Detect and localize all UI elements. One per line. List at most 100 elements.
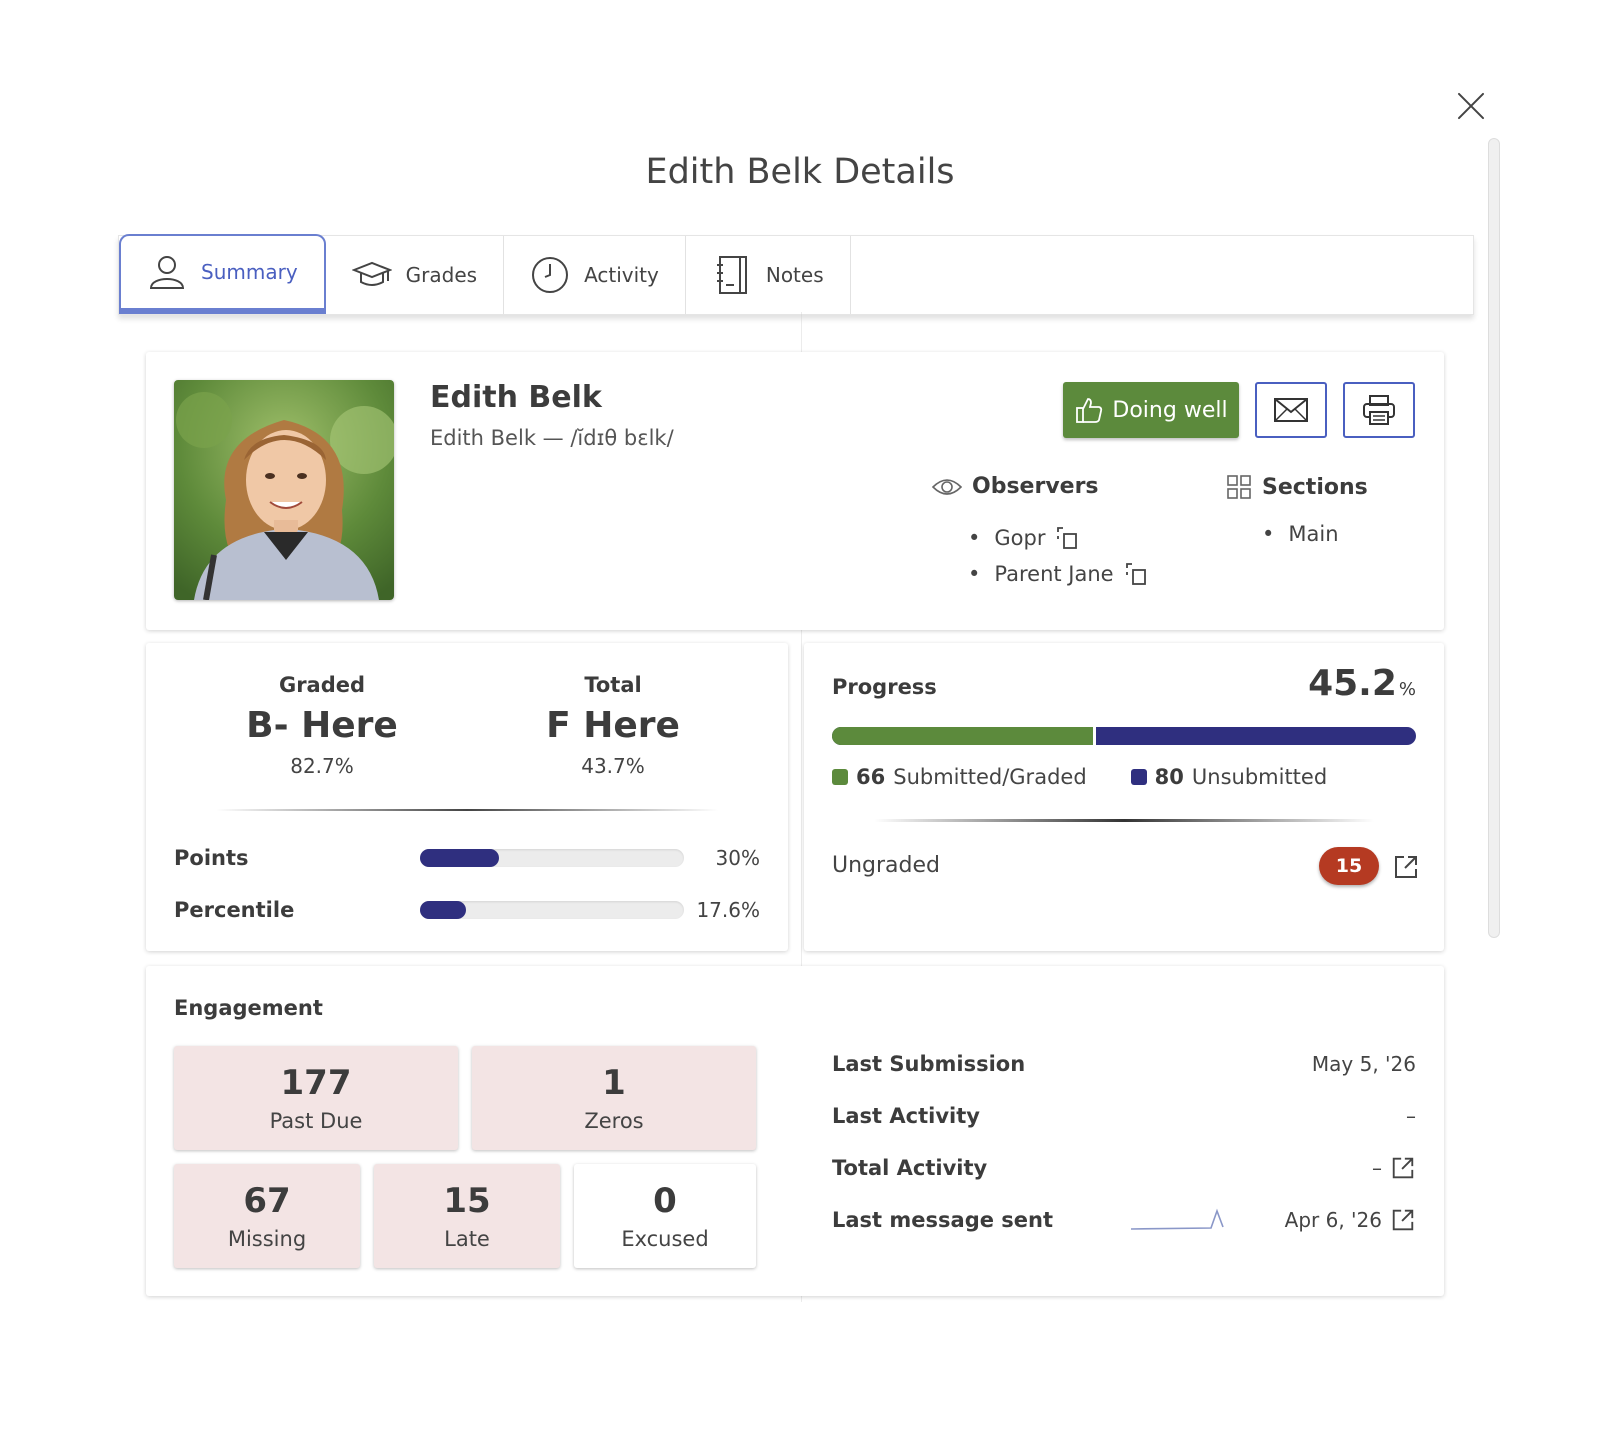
engagement-card: Engagement 177 Past Due 1 Zeros 67 Missi… xyxy=(146,966,1444,1296)
sections-heading: Sections xyxy=(1226,474,1368,500)
progress-percent: 45.2% xyxy=(1308,663,1416,704)
legend-unsubmitted: 80 Unsubmitted xyxy=(1130,765,1328,789)
observers-heading-label: Observers xyxy=(972,474,1099,499)
student-details-dialog: Edith Belk Details Summary Grades Activi… xyxy=(0,0,1600,1433)
tab-label: Grades xyxy=(405,263,478,287)
total-activity-value-wrap: – xyxy=(1372,1155,1416,1181)
graded-label: Graded xyxy=(278,673,366,697)
progress-label: Progress xyxy=(832,675,937,699)
tile-count: 0 xyxy=(653,1181,677,1221)
past-due-tile[interactable]: 177 Past Due xyxy=(174,1046,458,1150)
tile-label: Past Due xyxy=(269,1109,363,1133)
doing-well-label: Doing well xyxy=(1112,397,1228,423)
tile-count: 177 xyxy=(280,1063,352,1103)
percentile-bar xyxy=(420,901,684,919)
graded-percent: 82.7% xyxy=(290,754,354,778)
email-button[interactable] xyxy=(1255,382,1327,438)
graduation-cap-icon xyxy=(351,261,392,286)
percentile-bar-fill xyxy=(420,901,467,919)
percentile-value: 17.6% xyxy=(696,898,760,922)
close-button[interactable] xyxy=(1453,88,1489,124)
doing-well-button[interactable]: Doing well xyxy=(1063,382,1239,438)
progress-value: 45.2 xyxy=(1308,663,1397,704)
switch-user-icon[interactable] xyxy=(1055,526,1079,550)
divider xyxy=(874,819,1374,822)
mail-icon xyxy=(1274,398,1308,422)
tile-count: 1 xyxy=(602,1063,626,1103)
tab-notes[interactable]: Notes xyxy=(685,236,851,314)
sections-heading-label: Sections xyxy=(1262,474,1368,500)
points-label: Points xyxy=(174,846,249,870)
print-button[interactable] xyxy=(1343,382,1415,438)
tab-label: Notes xyxy=(765,263,824,287)
tab-activity[interactable]: Activity xyxy=(504,236,686,314)
printer-icon xyxy=(1363,395,1395,425)
external-link-icon[interactable] xyxy=(1390,1207,1416,1233)
profile-card: Edith Belk Edith Belk — /ĭdɪθ bɛlk/ Doin… xyxy=(146,352,1444,630)
clock-icon xyxy=(532,257,569,293)
list-item: Parent Jane xyxy=(968,556,1148,592)
progress-bar xyxy=(832,727,1416,745)
list-item: Main xyxy=(1262,516,1339,552)
student-photo xyxy=(174,380,394,600)
last-message-row: Last message sent Apr 6, '26 xyxy=(832,1202,1416,1238)
external-link-icon[interactable] xyxy=(1390,1155,1416,1181)
observers-list: Gopr Parent Jane xyxy=(968,520,1148,592)
external-link-icon[interactable] xyxy=(1392,853,1420,881)
tile-label: Excused xyxy=(621,1227,709,1251)
grid-icon xyxy=(1227,475,1251,499)
total-activity-label: Total Activity xyxy=(832,1156,988,1180)
tile-label: Zeros xyxy=(584,1109,644,1133)
switch-user-icon[interactable] xyxy=(1124,562,1148,586)
missing-tile[interactable]: 67 Missing xyxy=(174,1164,360,1268)
grades-card: Graded B- Here 82.7% Total F Here 43.7% … xyxy=(146,643,788,951)
total-letter: F Here xyxy=(546,705,680,746)
total-percent: 43.7% xyxy=(581,754,645,778)
zeros-tile[interactable]: 1 Zeros xyxy=(472,1046,756,1150)
submitted-count: 66 xyxy=(856,765,886,789)
unsubmitted-count: 80 xyxy=(1154,765,1184,789)
submitted-label: Submitted/Graded xyxy=(893,765,1087,789)
observer-name: Parent Jane xyxy=(994,562,1114,586)
progress-card: Progress 45.2% 66 Submitted/Graded 80 Un… xyxy=(804,643,1444,951)
last-activity-row: Last Activity – xyxy=(832,1098,1416,1134)
excused-tile[interactable]: 0 Excused xyxy=(574,1164,756,1268)
divider xyxy=(216,809,718,811)
section-name: Main xyxy=(1288,522,1339,546)
tile-label: Late xyxy=(444,1227,490,1251)
legend-submitted: 66 Submitted/Graded xyxy=(832,765,1087,789)
eye-icon xyxy=(932,478,962,495)
tab-label: Activity xyxy=(584,263,659,287)
tab-bar: Summary Grades Activity Notes xyxy=(118,234,1474,315)
percentile-label: Percentile xyxy=(174,898,295,922)
tile-label: Missing xyxy=(227,1227,307,1251)
last-activity-label: Last Activity xyxy=(832,1104,980,1128)
points-value: 30% xyxy=(715,846,760,870)
ungraded-count-badge[interactable]: 15 xyxy=(1319,847,1379,885)
total-activity-value: – xyxy=(1372,1156,1382,1180)
legend-swatch-navy xyxy=(1130,769,1147,785)
scrollbar[interactable] xyxy=(1488,138,1500,938)
sections-list: Main xyxy=(1262,516,1339,552)
notebook-icon xyxy=(716,256,747,294)
last-activity-value: – xyxy=(1406,1104,1416,1128)
tile-count: 67 xyxy=(243,1181,291,1221)
graded-grade: Graded B- Here 82.7% xyxy=(192,673,452,778)
last-message-value: Apr 6, '26 xyxy=(1284,1208,1382,1232)
progress-unit: % xyxy=(1398,679,1416,700)
last-submission-row: Last Submission May 5, '26 xyxy=(832,1046,1416,1082)
ungraded-label: Ungraded xyxy=(832,853,941,878)
total-activity-row: Total Activity – xyxy=(832,1150,1416,1186)
points-bar xyxy=(420,849,684,867)
late-tile[interactable]: 15 Late xyxy=(374,1164,560,1268)
tab-grades[interactable]: Grades xyxy=(325,236,505,314)
tab-label: Summary xyxy=(201,260,298,284)
tab-summary[interactable]: Summary xyxy=(119,234,326,314)
progress-legend: 66 Submitted/Graded 80 Unsubmitted xyxy=(832,765,1327,789)
total-label: Total xyxy=(584,673,642,697)
points-bar-fill xyxy=(420,849,500,867)
user-icon xyxy=(149,256,185,289)
unsubmitted-label: Unsubmitted xyxy=(1191,765,1328,789)
last-message-label: Last message sent xyxy=(832,1208,1054,1232)
graded-letter: B- Here xyxy=(246,705,398,746)
